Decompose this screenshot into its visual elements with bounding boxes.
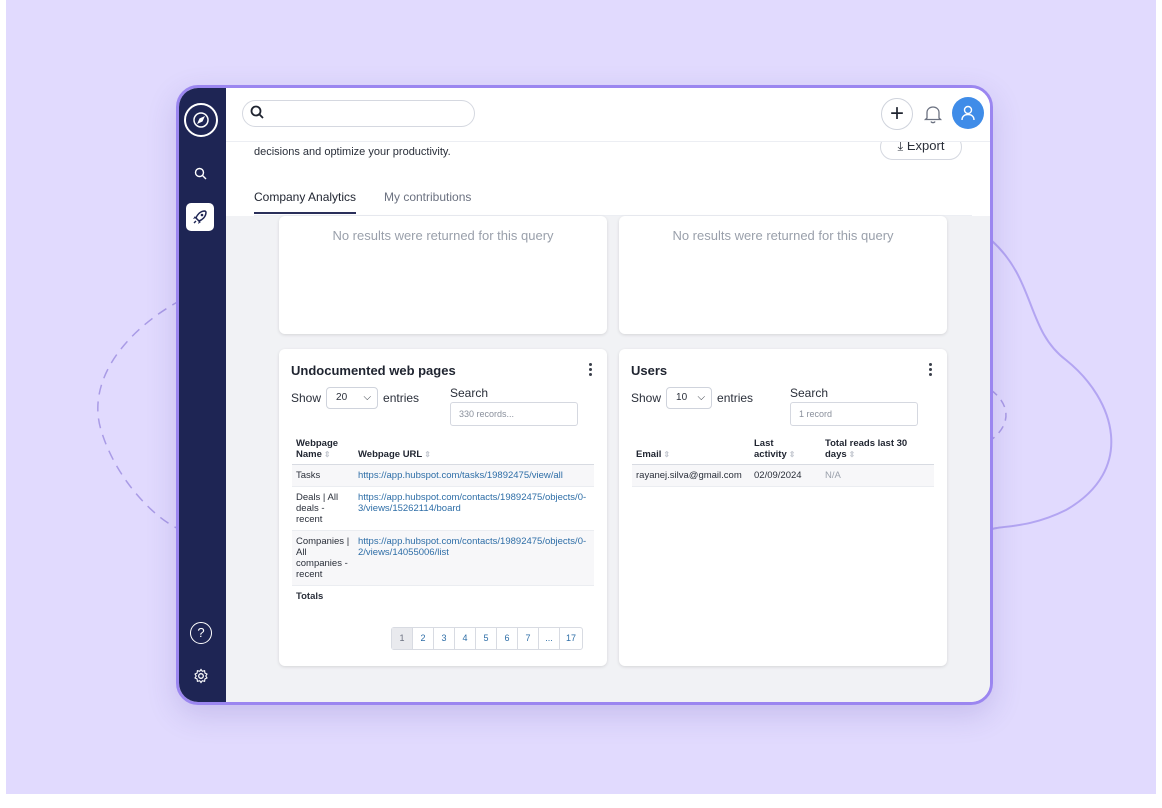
- page-button[interactable]: 7: [518, 628, 539, 649]
- entries-label: entries: [717, 391, 754, 405]
- entries-label: entries: [383, 391, 420, 405]
- webpage-name: Companies | All companies - recent: [292, 530, 354, 586]
- chevron-down-icon: ⌵: [697, 392, 706, 403]
- more-options-icon[interactable]: [929, 363, 933, 378]
- top-bar: +: [226, 88, 990, 142]
- page-size-control: Show 10 ⌵ entries: [631, 387, 753, 409]
- user-icon: [961, 105, 975, 121]
- totals-row: Totals: [292, 586, 594, 608]
- empty-query-card: No results were returned for this query: [279, 216, 607, 334]
- sort-icon: ⇕: [788, 450, 796, 459]
- user-reads: N/A: [821, 464, 934, 487]
- table-row: Deals | All deals - recent https://app.h…: [292, 486, 594, 531]
- search-label: Search: [790, 386, 829, 400]
- pagination: 1 2 3 4 5 6 7 ... 17: [391, 627, 584, 650]
- chevron-down-icon: ⌵: [363, 392, 372, 403]
- webpage-url-link[interactable]: https://app.hubspot.com/contacts/1989247…: [358, 492, 586, 514]
- sort-icon: ⇕: [424, 450, 431, 459]
- show-label: Show: [631, 391, 662, 405]
- empty-message: No results were returned for this query: [332, 228, 554, 243]
- search-icon[interactable]: [191, 164, 211, 184]
- add-button[interactable]: +: [881, 98, 913, 130]
- card-title: Undocumented web pages: [291, 363, 456, 378]
- bell-icon[interactable]: [923, 103, 943, 125]
- table-search-input[interactable]: 330 records...: [450, 402, 578, 426]
- sort-icon: ⇕: [323, 450, 331, 459]
- page-subtitle: decisions and optimize your productivity…: [254, 146, 451, 158]
- sidebar: ?: [179, 88, 226, 702]
- help-icon[interactable]: ?: [190, 622, 212, 644]
- show-label: Show: [291, 391, 322, 405]
- user-email: rayanej.silva@gmail.com: [632, 464, 750, 487]
- webpage-name: Tasks: [292, 464, 354, 487]
- page-button[interactable]: 3: [434, 628, 455, 649]
- empty-query-card: No results were returned for this query: [619, 216, 947, 334]
- table-row: rayanej.silva@gmail.com 02/09/2024 N/A: [632, 464, 934, 487]
- page-size-select[interactable]: 10 ⌵: [666, 387, 713, 409]
- column-header[interactable]: Last activity ⇕: [750, 434, 821, 465]
- rocket-icon[interactable]: [186, 203, 214, 231]
- column-header[interactable]: Webpage Name ⇕: [292, 434, 354, 465]
- column-header[interactable]: Email ⇕: [632, 434, 750, 465]
- page-size-control: Show 20 ⌵ entries: [291, 387, 419, 409]
- table-row: Tasks https://app.hubspot.com/tasks/1989…: [292, 464, 594, 487]
- column-header[interactable]: Total reads last 30 days ⇕: [821, 434, 934, 465]
- table-row: Companies | All companies - recent https…: [292, 530, 594, 586]
- compass-logo-icon[interactable]: [184, 103, 218, 137]
- webpages-table: Webpage Name ⇕ Webpage URL ⇕ Tasks https:/…: [292, 434, 594, 607]
- dashboard-content: No results were returned for this query …: [226, 216, 990, 702]
- app-window: ? + decisions and optimize your producti…: [176, 85, 993, 705]
- user-avatar[interactable]: [952, 97, 984, 129]
- table-search-input[interactable]: 1 record: [790, 402, 918, 426]
- page-button[interactable]: 17: [560, 628, 582, 649]
- gear-icon[interactable]: [191, 668, 211, 688]
- search-icon: [250, 105, 264, 119]
- page-button[interactable]: 1: [392, 628, 413, 649]
- page-size-value: 20: [336, 392, 348, 403]
- users-table: Email ⇕ Last activity ⇕ Total reads last 3…: [632, 434, 934, 487]
- sort-icon: ⇕: [663, 450, 671, 459]
- webpage-name: Deals | All deals - recent: [292, 486, 354, 531]
- page-size-value: 10: [676, 392, 688, 403]
- webpage-url-link[interactable]: https://app.hubspot.com/tasks/19892475/v…: [358, 470, 563, 481]
- more-options-icon[interactable]: [589, 363, 593, 378]
- page-button[interactable]: 2: [413, 628, 434, 649]
- card-title: Users: [631, 363, 668, 378]
- global-search-input[interactable]: [242, 100, 475, 127]
- column-header[interactable]: Webpage URL ⇕: [354, 434, 594, 465]
- tab-company-analytics[interactable]: Company Analytics: [254, 190, 357, 214]
- undocumented-pages-card: Undocumented web pages Show 20 ⌵ entries…: [279, 349, 607, 666]
- user-last-activity: 02/09/2024: [750, 464, 821, 487]
- search-label: Search: [450, 386, 489, 400]
- users-card: Users Show 10 ⌵ entries Search 1 record …: [619, 349, 947, 666]
- page-size-select[interactable]: 20 ⌵: [326, 387, 379, 409]
- totals-label: Totals: [296, 591, 324, 602]
- empty-message: No results were returned for this query: [672, 228, 894, 243]
- tab-bar: Company Analytics My contributions: [254, 186, 972, 216]
- page-button[interactable]: 4: [455, 628, 476, 649]
- webpage-url-link[interactable]: https://app.hubspot.com/contacts/1989247…: [358, 536, 586, 558]
- page-button[interactable]: 5: [476, 628, 497, 649]
- page-ellipsis: ...: [539, 628, 560, 649]
- sort-icon: ⇕: [848, 450, 856, 459]
- page-button[interactable]: 6: [497, 628, 518, 649]
- tab-my-contributions[interactable]: My contributions: [384, 190, 471, 212]
